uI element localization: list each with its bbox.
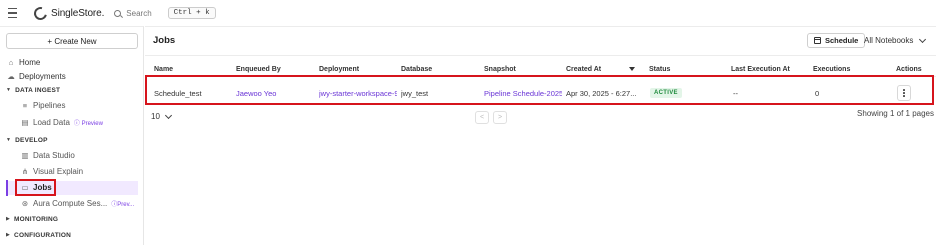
brand-suffix: . — [101, 7, 105, 19]
caret-down-icon: ▼ — [6, 87, 12, 93]
page-title: Jobs — [153, 35, 176, 46]
notebook-filter-value: All Notebooks — [864, 36, 914, 45]
aura-icon: ⊛ — [21, 199, 29, 208]
section-monitoring[interactable]: ▶ MONITORING — [6, 213, 58, 225]
previous-page-icon[interactable]: < — [475, 111, 489, 124]
calendar-icon — [814, 37, 821, 44]
menu-icon[interactable] — [8, 8, 20, 18]
caret-right-icon: ▶ — [6, 232, 11, 238]
column-header-created-at[interactable]: Created At — [566, 66, 636, 73]
column-header-label: Created At — [566, 66, 602, 73]
sidebar-item-load-data[interactable]: ▤ Load Data ⓘ Preview — [20, 116, 103, 129]
section-data-ingest[interactable]: ▼ DATA INGEST — [6, 84, 60, 96]
notebook-filter-select[interactable]: All Notebooks — [864, 33, 927, 48]
cloud-icon: ☁ — [7, 72, 15, 81]
schedule-button-label: Schedule — [825, 36, 859, 45]
sidebar-item-label: Data Studio — [33, 151, 75, 160]
preview-badge-label: Preview — [81, 121, 103, 127]
data-studio-icon: ▥ — [21, 151, 29, 160]
schedule-button[interactable]: Schedule — [807, 33, 866, 48]
singlestore-logo-icon — [31, 4, 50, 22]
row-highlight-box — [145, 75, 934, 105]
sidebar: + Create New ⌂ Home ☁ Deployments ▼ DATA… — [0, 26, 144, 245]
column-header-deployment[interactable]: Deployment — [319, 66, 359, 73]
sidebar-item-home[interactable]: ⌂ Home — [6, 56, 41, 69]
search-placeholder: Search — [126, 8, 152, 18]
create-new-button[interactable]: + Create New — [6, 33, 138, 49]
active-indicator — [6, 180, 8, 196]
sidebar-item-pipelines[interactable]: ≡ Pipelines — [20, 99, 66, 112]
pagination: < > — [475, 111, 507, 124]
preview-badge: ⓘ Preview — [73, 121, 103, 127]
sidebar-item-label: Home — [19, 58, 41, 67]
pagination-status: Showing 1 of 1 pages — [857, 109, 934, 118]
column-header-executions[interactable]: Executions — [813, 66, 850, 73]
preview-badge: ⓘPrev... — [111, 202, 135, 208]
caret-down-icon: ▼ — [6, 137, 12, 143]
section-label: DEVELOP — [15, 136, 48, 144]
pipelines-icon: ≡ — [22, 101, 28, 110]
chevron-down-icon — [919, 35, 927, 43]
page-size-select[interactable]: 10 — [151, 111, 172, 121]
sort-desc-icon[interactable] — [629, 67, 636, 72]
chevron-down-icon — [164, 111, 172, 119]
column-header-status[interactable]: Status — [649, 66, 670, 73]
column-header-actions: Actions — [896, 66, 922, 73]
search-icon — [114, 9, 122, 17]
column-header-enqueued-by[interactable]: Enqueued By — [236, 66, 281, 73]
caret-right-icon: ▶ — [6, 216, 11, 222]
search-input[interactable]: Search — [114, 8, 152, 18]
load-data-icon: ▤ — [21, 118, 29, 127]
sidebar-item-label: Deployments — [19, 72, 66, 81]
brand-name: SingleStore — [51, 7, 102, 19]
sidebar-item-visual-explain[interactable]: ⋔ Visual Explain — [20, 165, 83, 178]
preview-badge-label: Prev... — [117, 202, 135, 208]
top-bar: SingleStore. Search Ctrl + k — [0, 0, 936, 26]
section-label: DATA INGEST — [15, 86, 61, 94]
section-develop[interactable]: ▼ DEVELOP — [6, 134, 48, 146]
visual-explain-icon: ⋔ — [21, 167, 29, 176]
main-content: Jobs Schedule All Notebooks Name Enqueue… — [145, 26, 936, 245]
sidebar-item-label: Pipelines — [33, 101, 66, 110]
jobs-highlight-box — [15, 179, 56, 196]
search-shortcut: Ctrl + k — [167, 7, 216, 19]
header-divider — [145, 55, 936, 56]
sidebar-item-data-studio[interactable]: ▥ Data Studio — [20, 149, 75, 162]
section-label: MONITORING — [14, 215, 59, 223]
column-header-name[interactable]: Name — [154, 66, 173, 73]
column-header-last-execution[interactable]: Last Execution At — [731, 66, 790, 73]
section-label: CONFIGURATION — [14, 231, 72, 239]
next-page-icon[interactable]: > — [493, 111, 507, 124]
sidebar-item-label: Visual Explain — [33, 167, 84, 176]
sidebar-item-label: Aura Compute Ses... — [33, 199, 108, 208]
sidebar-item-aura[interactable]: ⊛ Aura Compute Ses... ⓘPrev... — [20, 197, 134, 210]
column-header-database[interactable]: Database — [401, 66, 432, 73]
brand-logo[interactable]: SingleStore. — [31, 4, 105, 22]
home-icon: ⌂ — [8, 58, 14, 67]
sidebar-item-label: Load Data — [33, 118, 70, 127]
section-configuration[interactable]: ▶ CONFIGURATION — [6, 229, 71, 241]
sidebar-item-deployments[interactable]: ☁ Deployments — [6, 70, 66, 83]
column-header-snapshot[interactable]: Snapshot — [484, 66, 516, 73]
page-size-value: 10 — [151, 112, 160, 121]
